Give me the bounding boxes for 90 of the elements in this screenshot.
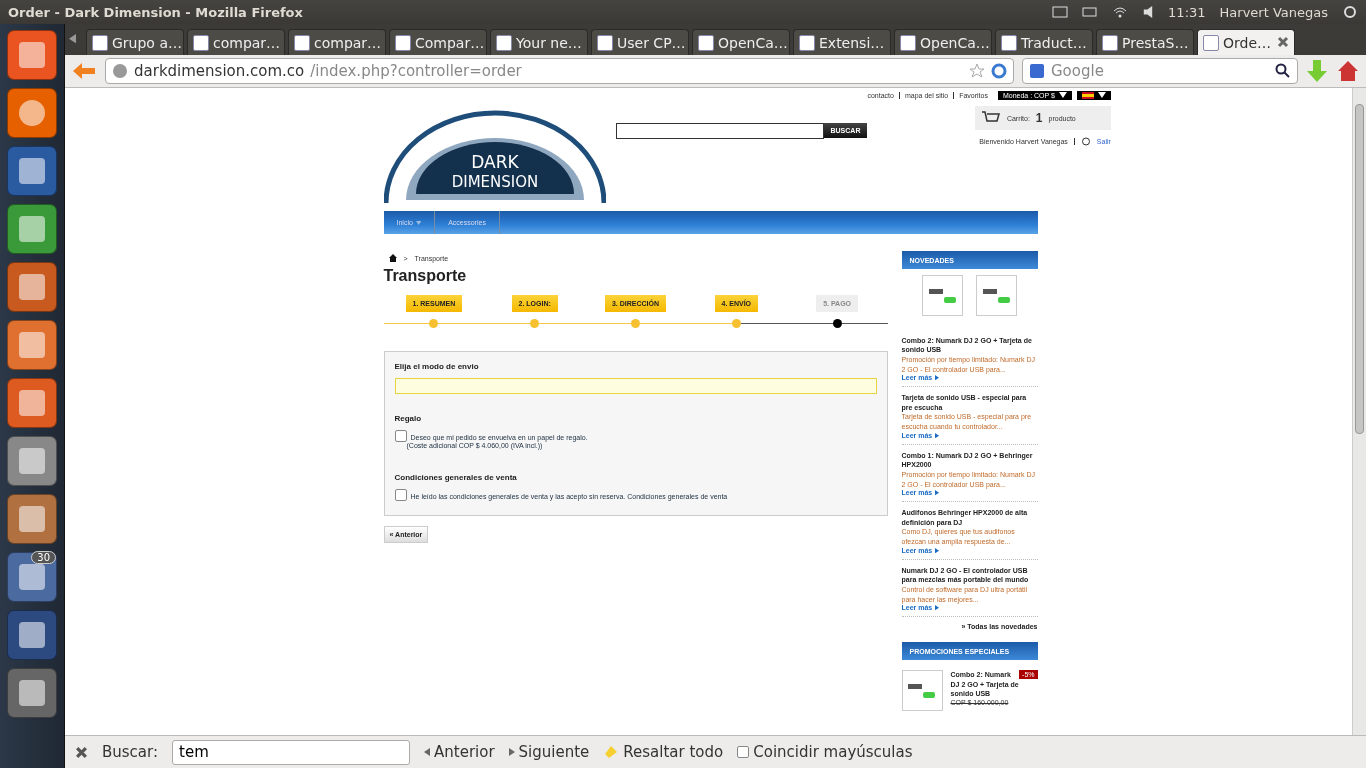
address-bar[interactable]: darkdimension.com.co /index.php?controller=order bbox=[105, 58, 1014, 84]
browser-tab[interactable]: Grupo a… bbox=[86, 29, 184, 55]
product-thumbnail[interactable] bbox=[976, 275, 1017, 316]
back-arrow-icon bbox=[71, 60, 97, 82]
home-icon bbox=[1336, 59, 1360, 83]
launcher-app-icon[interactable] bbox=[7, 378, 57, 428]
highlighter-icon bbox=[603, 744, 620, 760]
clock[interactable]: 11:31 bbox=[1168, 4, 1206, 20]
url-host: darkdimension.com.co bbox=[134, 62, 305, 80]
browser-tab[interactable]: Orde… bbox=[1197, 29, 1295, 55]
triangle-icon bbox=[508, 748, 515, 756]
user-name[interactable]: Harvert Vanegas bbox=[1219, 4, 1328, 20]
triangle-icon bbox=[424, 748, 430, 756]
launcher-app-icon[interactable] bbox=[7, 204, 57, 254]
triangle-icon bbox=[1058, 92, 1067, 98]
caret-icon bbox=[935, 547, 940, 554]
caret-icon bbox=[935, 490, 940, 496]
match-case-checkbox[interactable]: Coincidir mayúsculas bbox=[737, 743, 913, 761]
section-heading: Condiciones generales de venta bbox=[394, 473, 518, 482]
wifi-icon bbox=[1112, 4, 1129, 20]
favicon bbox=[799, 34, 815, 51]
product-thumbnail[interactable] bbox=[922, 275, 963, 316]
browser-tab[interactable]: OpenCa… bbox=[692, 29, 790, 55]
browser-tab[interactable]: OpenCa… bbox=[894, 29, 992, 55]
caret-icon bbox=[935, 432, 940, 439]
url-path: /index.php?controller=order bbox=[310, 62, 523, 80]
favicon bbox=[1203, 34, 1219, 51]
browser-tab[interactable]: Extensi… bbox=[793, 29, 891, 55]
launcher-app-icon[interactable] bbox=[7, 668, 57, 718]
terms-checkbox[interactable] bbox=[394, 489, 407, 501]
favicon bbox=[294, 34, 310, 51]
favicon bbox=[193, 34, 209, 51]
favicon bbox=[395, 34, 411, 51]
favicon bbox=[698, 34, 714, 51]
favicon bbox=[496, 34, 512, 51]
scrollbar[interactable] bbox=[1352, 88, 1366, 735]
caret-icon bbox=[935, 375, 940, 381]
triangle-icon bbox=[1097, 92, 1106, 98]
find-field[interactable]: tem bbox=[172, 739, 410, 765]
browser-tab[interactable]: PrestaS… bbox=[1096, 29, 1194, 55]
browser-tab[interactable]: Traduct… bbox=[995, 29, 1093, 55]
launcher-app-icon[interactable] bbox=[7, 436, 57, 486]
favicon bbox=[1001, 34, 1017, 51]
close-icon[interactable] bbox=[75, 745, 88, 759]
close-icon[interactable] bbox=[1277, 35, 1289, 48]
search-field[interactable]: Google bbox=[1022, 58, 1298, 84]
launcher-app-icon[interactable] bbox=[7, 30, 57, 80]
section-heading: Elija el modo de envio bbox=[394, 362, 480, 371]
previous-button[interactable]: Anterior bbox=[424, 743, 495, 761]
launcher-app-icon[interactable] bbox=[7, 494, 57, 544]
step-dot bbox=[631, 318, 640, 328]
browser-tab[interactable]: compar… bbox=[187, 29, 285, 55]
launcher-app-icon[interactable] bbox=[7, 262, 57, 312]
browser-tab[interactable]: Compar… bbox=[389, 29, 487, 55]
home-icon bbox=[388, 254, 397, 262]
find-label: Buscar: bbox=[102, 743, 158, 761]
search-icon bbox=[1275, 63, 1291, 79]
flag-icon bbox=[1081, 92, 1094, 99]
favicon bbox=[92, 34, 108, 51]
launcher-app-icon[interactable] bbox=[7, 146, 57, 196]
count-badge: 30 bbox=[31, 551, 56, 564]
launcher-app-icon[interactable]: 30 bbox=[7, 552, 57, 602]
star-icon bbox=[969, 63, 985, 79]
favicon bbox=[1102, 34, 1118, 51]
search-field[interactable] bbox=[615, 123, 824, 139]
triangle-icon bbox=[415, 220, 422, 225]
window-title: Order - Dark Dimension - Mozilla Firefox bbox=[8, 4, 304, 20]
scroll-left-icon bbox=[69, 33, 76, 43]
speaker-icon bbox=[1142, 6, 1155, 18]
launcher-app-icon[interactable] bbox=[7, 320, 57, 370]
launcher-app-icon[interactable] bbox=[7, 610, 57, 660]
product-thumbnail[interactable] bbox=[901, 670, 943, 712]
launcher-app-icon[interactable] bbox=[7, 88, 57, 138]
section-heading: Regalo bbox=[394, 414, 423, 423]
language-dropdown[interactable] bbox=[1076, 91, 1111, 100]
download-arrow-icon bbox=[1306, 59, 1328, 83]
highlight-all-button[interactable]: Resaltar todo bbox=[603, 743, 724, 761]
browser-tab[interactable]: Your ne… bbox=[490, 29, 588, 55]
step-dot bbox=[731, 318, 741, 328]
favicon bbox=[597, 34, 613, 51]
favicon bbox=[900, 34, 916, 51]
browser-tab[interactable]: compar… bbox=[288, 29, 386, 55]
browser-tab[interactable]: User CP… bbox=[591, 29, 689, 55]
step-dot bbox=[530, 318, 540, 328]
caret-icon bbox=[935, 605, 940, 611]
step-dot bbox=[832, 318, 842, 328]
page-title: Transporte bbox=[383, 267, 468, 285]
step-dot bbox=[429, 318, 439, 328]
next-button[interactable]: Siguiente bbox=[508, 743, 590, 761]
gift-checkbox[interactable] bbox=[394, 430, 407, 442]
